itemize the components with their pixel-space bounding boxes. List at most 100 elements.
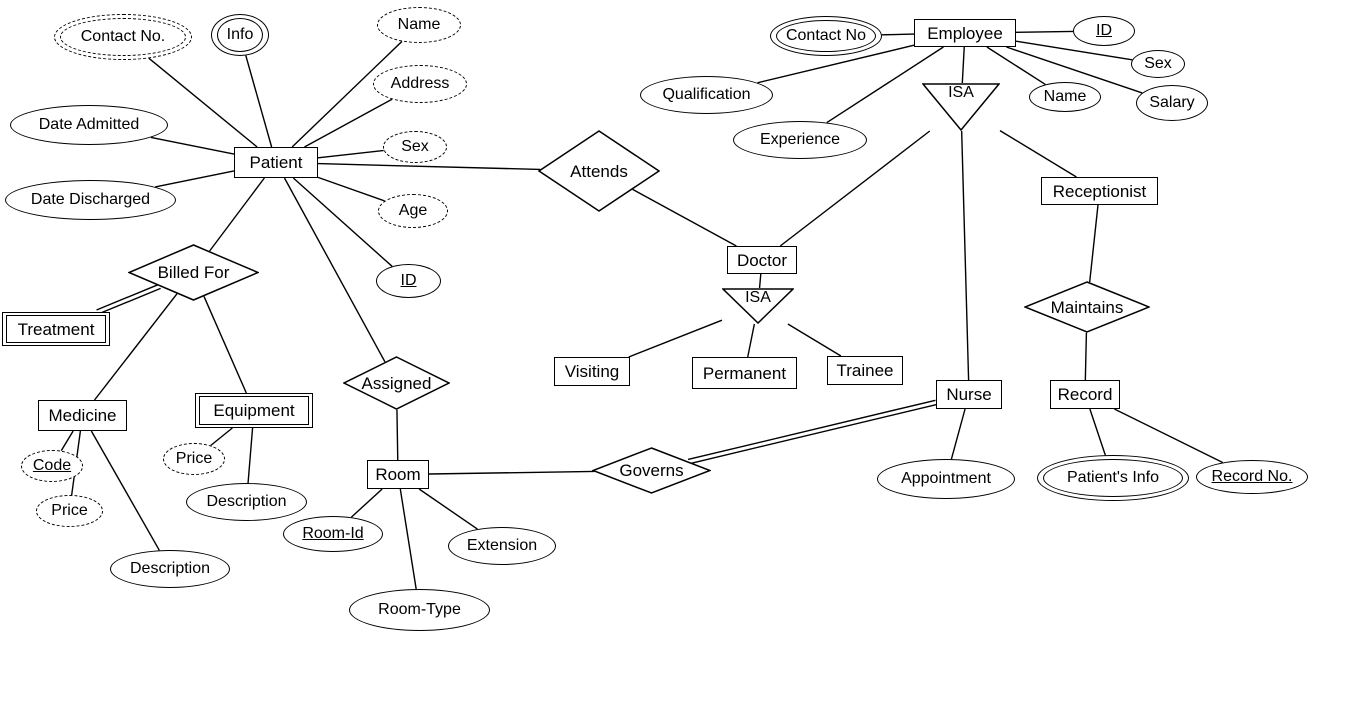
edge-emp_contact-to-employee (881, 33, 915, 36)
entity-permanent[interactable]: Permanent (692, 357, 797, 389)
edge-p_date_adm-to-patient (150, 136, 235, 155)
edge-receptionist-to-maintains (1088, 204, 1099, 283)
attribute-label: Price (175, 450, 213, 467)
entity-medicine[interactable]: Medicine (38, 400, 127, 431)
attribute-label: Sex (1144, 55, 1172, 72)
entity-employee[interactable]: Employee (914, 19, 1016, 47)
attribute-label: Address (390, 75, 450, 92)
edge-p_date_dis-to-patient (155, 170, 235, 188)
attribute-emp_exp[interactable]: Experience (733, 121, 867, 159)
edge-p_id-to-patient (292, 177, 393, 267)
edge-isa_employee-to-receptionist (999, 130, 1077, 178)
attribute-label: Age (398, 202, 428, 219)
edge-room-to-r_type (399, 488, 417, 590)
attribute-label: Price (51, 502, 88, 519)
attribute-p_contact[interactable]: Contact No. (54, 14, 192, 60)
entity-label: Visiting (564, 362, 620, 381)
attribute-label: Experience (759, 131, 841, 148)
entity-label: Treatment (17, 319, 95, 339)
entity-trainee[interactable]: Trainee (827, 356, 903, 385)
entity-treatment[interactable]: Treatment (2, 312, 110, 346)
attribute-rec_no[interactable]: Record No. (1196, 460, 1308, 494)
edge-nurse-to-n_appt (950, 408, 966, 460)
attribute-p_date_dis[interactable]: Date Discharged (5, 180, 176, 220)
isa-node-isa_doctor[interactable]: ISA (722, 288, 794, 324)
attribute-key-label: ID (1096, 22, 1112, 39)
entity-patient[interactable]: Patient (234, 147, 318, 178)
attribute-emp_salary[interactable]: Salary (1136, 85, 1208, 121)
edge-employee-to-isa_employee (961, 46, 965, 84)
entity-doctor[interactable]: Doctor (727, 246, 797, 274)
attribute-p_age[interactable]: Age (378, 194, 448, 228)
attribute-p_info[interactable]: Info (211, 14, 269, 56)
relationship-label: Maintains (1050, 297, 1124, 317)
attribute-p_id[interactable]: ID (376, 264, 441, 298)
attribute-e_desc[interactable]: Description (186, 483, 307, 521)
attribute-label: Info (226, 26, 254, 43)
entity-receptionist[interactable]: Receptionist (1041, 177, 1158, 205)
isa-label: ISA (745, 289, 771, 306)
entity-record[interactable]: Record (1050, 380, 1120, 409)
attribute-e_price[interactable]: Price (163, 443, 225, 475)
attribute-label: Description (129, 560, 211, 577)
attribute-p_name[interactable]: Name (377, 7, 461, 43)
attribute-rec_pinfo[interactable]: Patient's Info (1037, 455, 1189, 501)
attribute-label: Name (1043, 88, 1087, 105)
entity-label: Patient (249, 153, 303, 172)
attribute-p_address[interactable]: Address (373, 65, 467, 103)
attribute-m_desc[interactable]: Description (110, 550, 230, 588)
edge-patient-to-billed_for (209, 177, 265, 252)
attribute-key-label: ID (400, 272, 417, 289)
edge-emp_name-to-employee (986, 46, 1046, 86)
entity-label: Permanent (702, 363, 787, 383)
attribute-emp_sex[interactable]: Sex (1131, 50, 1185, 78)
attribute-r_roomid[interactable]: Room-Id (283, 516, 383, 552)
edge-p_address-to-patient (304, 98, 393, 148)
attribute-m_code[interactable]: Code (21, 450, 83, 482)
attribute-label: Patient's Info (1067, 469, 1159, 486)
attribute-emp_id[interactable]: ID (1073, 16, 1135, 46)
entity-equipment[interactable]: Equipment (195, 393, 313, 428)
edge-isa_doctor-to-permanent (747, 323, 756, 358)
attribute-r_type[interactable]: Room-Type (349, 589, 490, 631)
edge-governs-to-nurse (687, 399, 937, 465)
attribute-p_date_adm[interactable]: Date Admitted (10, 105, 168, 145)
relationship-label: Billed For (157, 263, 230, 282)
attribute-label: Sex (401, 138, 429, 155)
relationship-billed_for[interactable]: Billed For (128, 244, 259, 301)
attribute-n_appt[interactable]: Appointment (877, 459, 1015, 499)
attribute-p_sex[interactable]: Sex (383, 131, 447, 163)
edge-equipment-to-e_desc (247, 427, 254, 484)
isa-node-isa_employee[interactable]: ISA (922, 83, 1000, 131)
attribute-label: Date Discharged (30, 191, 151, 208)
edge-p_contact-to-patient (148, 57, 258, 148)
entity-visiting[interactable]: Visiting (554, 357, 630, 386)
attribute-r_ext[interactable]: Extension (448, 527, 556, 565)
entity-label: Receptionist (1052, 181, 1147, 201)
attribute-emp_qual[interactable]: Qualification (640, 76, 773, 114)
entity-label: Room (375, 465, 421, 484)
edge-assigned-to-room (396, 409, 399, 461)
entity-room[interactable]: Room (367, 460, 429, 489)
relationship-governs[interactable]: Governs (592, 447, 711, 494)
er-diagram-canvas: Patient Treatment Medicine Equipment Room Emp… (0, 0, 1367, 703)
attribute-m_price[interactable]: Price (36, 495, 103, 527)
relationship-maintains[interactable]: Maintains (1024, 281, 1150, 333)
attribute-label: Salary (1149, 94, 1195, 111)
relationship-assigned[interactable]: Assigned (343, 356, 450, 410)
edge-medicine-to-m_code (60, 430, 74, 452)
attribute-label: Room-Type (378, 601, 461, 618)
attribute-emp_name[interactable]: Name (1029, 82, 1101, 112)
attribute-emp_contact[interactable]: Contact No (770, 16, 882, 56)
double-ellipse-inner-border: Contact No. (60, 18, 186, 56)
edge-room-to-governs (428, 470, 595, 475)
relationship-attends[interactable]: Attends (538, 130, 660, 212)
attribute-key-label: Code (32, 457, 72, 474)
edge-maintains-to-record (1084, 332, 1088, 381)
entity-label: Employee (927, 23, 1003, 43)
relationship-label: Attends (570, 161, 628, 181)
entity-nurse[interactable]: Nurse (936, 380, 1002, 409)
entity-label: Equipment (213, 401, 295, 420)
attribute-label: Description (206, 493, 287, 510)
edge-p_info-to-patient (245, 55, 273, 148)
